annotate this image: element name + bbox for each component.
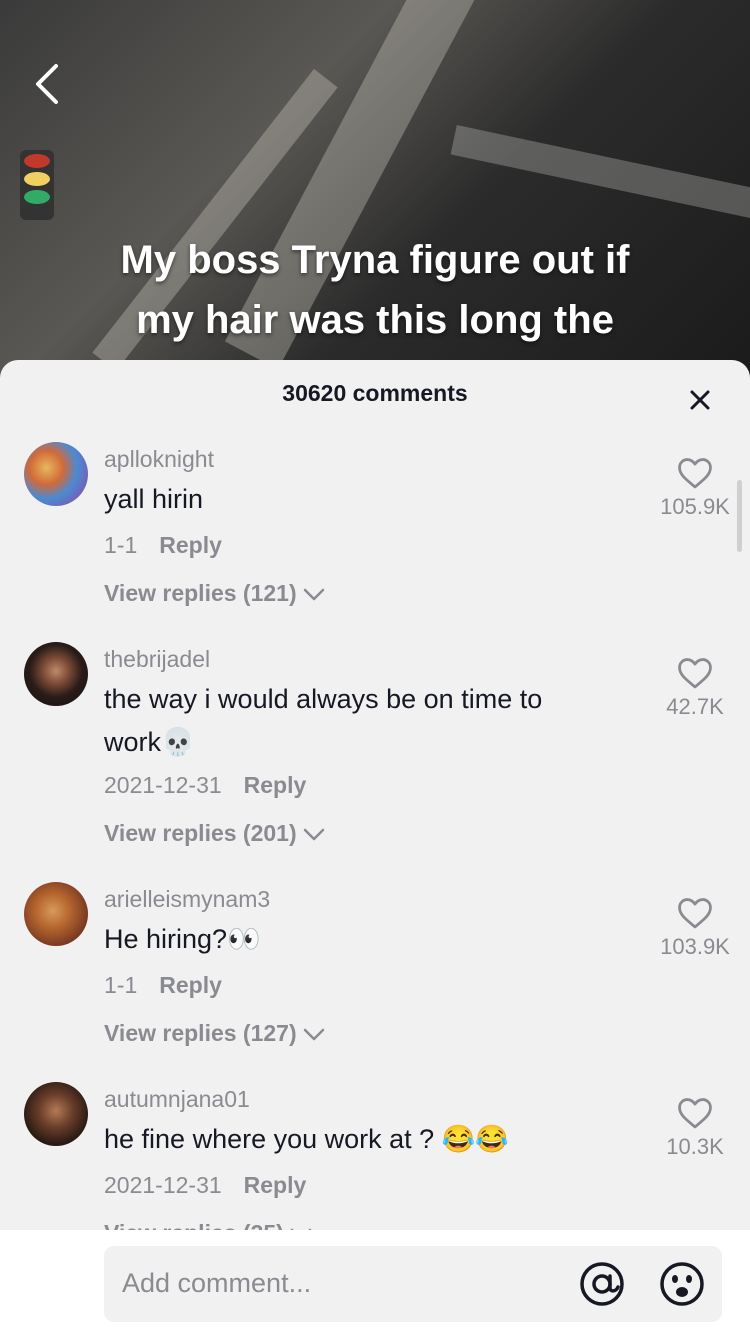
view-replies-button[interactable]: View replies (201) [104, 820, 325, 847]
mention-icon[interactable] [578, 1260, 626, 1308]
avatar[interactable] [24, 1082, 88, 1146]
comments-count-title: 30620 comments [282, 380, 468, 406]
skull-emoji: 💀 [161, 727, 195, 757]
view-replies-button[interactable]: View replies (121) [104, 580, 325, 607]
comment-username[interactable]: autumnjana01 [104, 1086, 250, 1113]
comment-date: 2021-12-31 [104, 1172, 222, 1198]
comment-text: He hiring?👀 [104, 918, 604, 961]
close-icon[interactable] [686, 386, 714, 414]
reply-button[interactable]: Reply [244, 772, 307, 798]
view-replies-button[interactable]: View replies (35) [104, 1220, 312, 1230]
caption-line: my hair was this long the [136, 298, 614, 342]
signal-light [20, 150, 54, 220]
comment-meta: 2021-12-31 Reply [104, 1172, 306, 1199]
heart-icon[interactable] [676, 896, 714, 930]
comment-text: he fine where you work at ? 😂😂 [104, 1118, 604, 1161]
like-button[interactable]: 42.7K [650, 656, 740, 720]
comment-text-body: he fine where you work at ? [104, 1124, 435, 1154]
comment-date: 1-1 [104, 972, 138, 998]
laughing-emoji: 😂😂 [441, 1124, 509, 1154]
reply-button[interactable]: Reply [159, 972, 222, 998]
avatar[interactable] [24, 882, 88, 946]
view-replies-label: View replies (35) [104, 1220, 284, 1230]
video-caption: My boss Tryna figure out if my hair was … [0, 230, 750, 350]
chevron-down-icon [303, 828, 324, 841]
comment-text: yall hirin [104, 484, 204, 514]
like-count: 42.7K [666, 694, 724, 719]
comment-username[interactable]: aplloknight [104, 446, 214, 473]
comment-meta: 1-1 Reply [104, 972, 222, 999]
heart-icon[interactable] [676, 456, 714, 490]
comments-sheet: 30620 comments aplloknight yall hirin 1-… [0, 360, 750, 1230]
comment-username[interactable]: thebrijadel [104, 646, 210, 673]
add-comment-placeholder: Add comment... [122, 1268, 312, 1298]
add-comment-input[interactable]: Add comment... [104, 1246, 722, 1322]
comment-meta: 1-1 Reply [104, 532, 222, 559]
comment-date: 1-1 [104, 532, 138, 558]
comment-text: the way i would always be on time to wor… [104, 678, 604, 764]
like-count: 103.9K [660, 934, 730, 959]
like-count: 10.3K [666, 1134, 724, 1159]
like-button[interactable]: 10.3K [650, 1096, 740, 1160]
caption-line: My boss Tryna figure out if [120, 238, 630, 282]
view-replies-button[interactable]: View replies (127) [104, 1020, 325, 1047]
like-count: 105.9K [660, 494, 730, 519]
eyes-emoji: 👀 [227, 924, 261, 954]
comment-date: 2021-12-31 [104, 772, 222, 798]
back-icon[interactable] [32, 62, 62, 106]
emoji-icon[interactable] [658, 1260, 706, 1308]
heart-icon[interactable] [676, 1096, 714, 1130]
view-replies-label: View replies (201) [104, 820, 297, 846]
heart-icon[interactable] [676, 656, 714, 690]
reply-button[interactable]: Reply [159, 532, 222, 558]
video-beam [450, 124, 750, 226]
comment-meta: 2021-12-31 Reply [104, 772, 306, 799]
chevron-down-icon [303, 1028, 324, 1041]
view-replies-label: View replies (121) [104, 580, 297, 606]
comment-username[interactable]: arielleismynam3 [104, 886, 270, 913]
video-background: My boss Tryna figure out if my hair was … [0, 0, 750, 380]
chevron-down-icon [303, 588, 324, 601]
view-replies-label: View replies (127) [104, 1020, 297, 1046]
like-button[interactable]: 105.9K [650, 456, 740, 520]
avatar[interactable] [24, 442, 88, 506]
comment-input-bar: Add comment... [0, 1230, 750, 1334]
comment-text-body: He hiring? [104, 924, 228, 954]
like-button[interactable]: 103.9K [650, 896, 740, 960]
avatar[interactable] [24, 642, 88, 706]
reply-button[interactable]: Reply [244, 1172, 307, 1198]
